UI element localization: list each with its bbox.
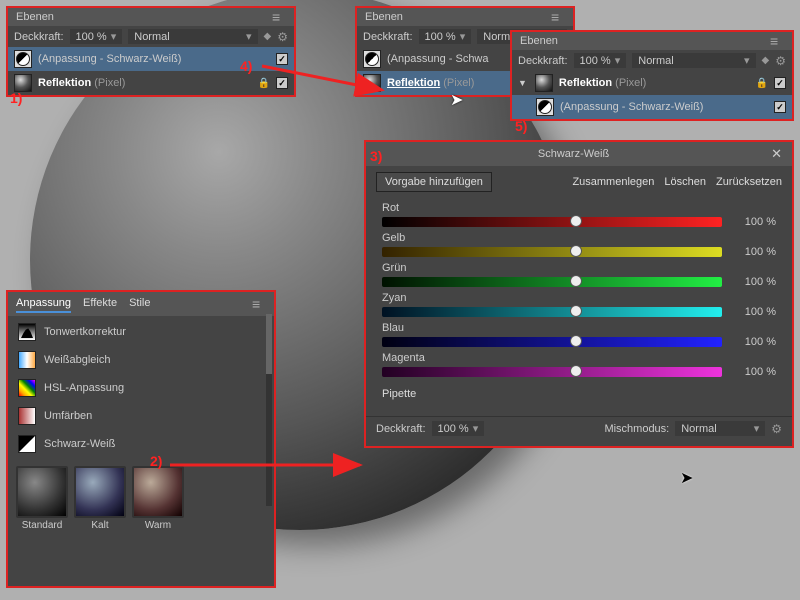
gear-icon[interactable]: ⚙: [277, 30, 288, 44]
annotation-arrow-2: [170, 455, 370, 478]
opacity-row: Deckkraft: 100 % Normal ◆ ⚙: [8, 26, 294, 47]
layer-thumb: [536, 98, 554, 116]
panel-header: Ebenen: [357, 8, 573, 26]
scrollbar-thumb[interactable]: [266, 314, 272, 374]
opacity-label: Deckkraft:: [14, 31, 64, 43]
panel-title-text: Ebenen: [16, 11, 54, 23]
adj-whitebalance[interactable]: Weißabgleich: [8, 346, 274, 374]
annotation-5: 5): [515, 118, 527, 134]
slider-handle[interactable]: [570, 365, 582, 377]
annotation-arrow-4: [262, 60, 392, 103]
adj-bw[interactable]: Schwarz-Weiß: [8, 430, 274, 458]
adjustment-list: Tonwertkorrektur Weißabgleich HSL-Anpass…: [8, 316, 274, 460]
gear-icon[interactable]: ⚙: [775, 54, 786, 68]
adj-hsl[interactable]: HSL-Anpassung: [8, 374, 274, 402]
slider-track-gelb[interactable]: [382, 247, 722, 257]
hsl-icon: [18, 379, 36, 397]
blend-dropdown[interactable]: Normal: [128, 29, 257, 44]
opacity-row: Deckkraft: 100 % Normal ◆ ⚙: [512, 50, 792, 71]
slider-rot: Rot 100 %: [366, 198, 792, 228]
slider-handle[interactable]: [570, 275, 582, 287]
delete-button[interactable]: Löschen: [664, 176, 706, 188]
panel-menu-icon[interactable]: [272, 12, 286, 22]
layers-panel-3: Ebenen Deckkraft: 100 % Normal ◆ ⚙ ▼ Ref…: [510, 30, 794, 121]
schwarz-weiss-panel: Schwarz-Weiß ✕ Vorgabe hinzufügen Zusamm…: [364, 140, 794, 448]
slider-track-magenta[interactable]: [382, 367, 722, 377]
star-icon[interactable]: ◆: [762, 55, 770, 66]
tab-anpassung[interactable]: Anpassung: [16, 295, 71, 313]
slider-track-zyan[interactable]: [382, 307, 722, 317]
slider-handle[interactable]: [570, 335, 582, 347]
opacity-dropdown[interactable]: 100 %: [419, 29, 472, 44]
annotation-3: 3): [370, 148, 382, 164]
reset-button[interactable]: Zurücksetzen: [716, 176, 782, 188]
layer-reflektion[interactable]: Reflektion (Pixel) 🔒 ✓: [8, 71, 294, 95]
slider-zyan: Zyan 100 %: [366, 288, 792, 318]
panel-header: Ebenen: [512, 32, 792, 50]
panel-header: Anpassung Effekte Stile: [8, 292, 274, 316]
sw-toolbar: Vorgabe hinzufügen Zusammenlegen Löschen…: [366, 166, 792, 198]
panel-menu-icon[interactable]: [770, 36, 784, 46]
preset-standard[interactable]: Standard: [16, 466, 68, 531]
sw-footer: Deckkraft: 100 % Mischmodus: Normal ⚙: [366, 416, 792, 440]
gear-icon[interactable]: ⚙: [771, 422, 782, 436]
slider-blau: Blau 100 %: [366, 318, 792, 348]
slider-track-gruen[interactable]: [382, 277, 722, 287]
bw-icon: [18, 435, 36, 453]
layer-thumb: [14, 50, 32, 68]
slider-handle[interactable]: [570, 305, 582, 317]
sw-header: Schwarz-Weiß ✕: [366, 142, 792, 166]
layer-name: Reflektion (Pixel): [38, 77, 252, 89]
layers-panel-1: Ebenen Deckkraft: 100 % Normal ◆ ⚙ (Anpa…: [6, 6, 296, 97]
opacity-dropdown[interactable]: 100 %: [432, 421, 485, 436]
recolor-icon: [18, 407, 36, 425]
panel-menu-icon[interactable]: [551, 12, 565, 22]
panel-menu-icon[interactable]: [252, 299, 266, 309]
sw-title: Schwarz-Weiß: [538, 148, 609, 160]
cursor-icon: ➤: [680, 468, 693, 488]
adjustments-panel: Anpassung Effekte Stile Tonwertkorrektur…: [6, 290, 276, 588]
wb-icon: [18, 351, 36, 369]
blend-dropdown[interactable]: Normal: [632, 53, 755, 68]
annotation-2: 2): [150, 453, 162, 469]
opacity-dropdown[interactable]: 100 %: [574, 53, 627, 68]
tab-stile[interactable]: Stile: [129, 295, 150, 313]
visibility-checkbox[interactable]: ✓: [774, 101, 786, 113]
annotation-4: 4): [240, 58, 252, 74]
slider-handle[interactable]: [570, 215, 582, 227]
lock-icon[interactable]: 🔒: [756, 78, 768, 89]
slider-magenta: Magenta 100 %: [366, 348, 792, 378]
preset-kalt[interactable]: Kalt: [74, 466, 126, 531]
panel-header: Ebenen: [8, 8, 294, 26]
slider-gruen: Grün 100 %: [366, 258, 792, 288]
slider-gelb: Gelb 100 %: [366, 228, 792, 258]
visibility-checkbox[interactable]: ✓: [774, 77, 786, 89]
layer-thumb: [535, 74, 553, 92]
close-icon[interactable]: ✕: [771, 146, 782, 162]
layer-name: (Anpassung - Schwarz-Weiß): [38, 53, 270, 65]
adj-levels[interactable]: Tonwertkorrektur: [8, 318, 274, 346]
annotation-1: 1): [10, 90, 22, 106]
slider-track-rot[interactable]: [382, 217, 722, 227]
star-icon[interactable]: ◆: [264, 31, 272, 42]
add-preset-button[interactable]: Vorgabe hinzufügen: [376, 172, 492, 192]
tab-effekte[interactable]: Effekte: [83, 295, 117, 313]
levels-icon: [18, 323, 36, 341]
blend-dropdown[interactable]: Normal: [675, 421, 765, 436]
expand-toggle-icon[interactable]: ▼: [518, 78, 527, 88]
slider-handle[interactable]: [570, 245, 582, 257]
pipette-section[interactable]: Pipette: [366, 378, 792, 410]
cursor-icon: ➤: [450, 90, 463, 110]
merge-button[interactable]: Zusammenlegen: [572, 176, 654, 188]
layer-adjustment-child[interactable]: (Anpassung - Schwarz-Weiß) ✓: [512, 95, 792, 119]
slider-track-blau[interactable]: [382, 337, 722, 347]
layer-reflektion[interactable]: ▼ Reflektion (Pixel) 🔒 ✓: [512, 71, 792, 95]
adj-recolor[interactable]: Umfärben: [8, 402, 274, 430]
opacity-dropdown[interactable]: 100 %: [70, 29, 123, 44]
